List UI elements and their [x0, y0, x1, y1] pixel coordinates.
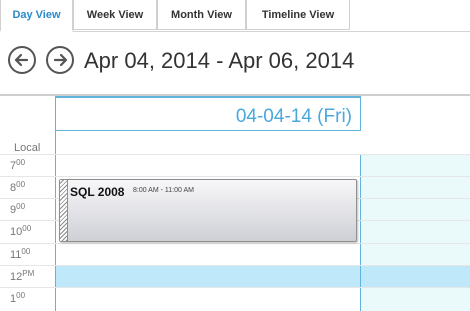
event-title: SQL 2008: [70, 185, 125, 199]
all-day-row[interactable]: [55, 132, 470, 155]
day-column-border: [55, 131, 56, 311]
event-status-stripe: [60, 180, 68, 241]
hour-label: 100: [10, 291, 26, 305]
arrow-right-circle-icon: [53, 53, 68, 67]
hour-label: 800: [10, 180, 26, 194]
day-title: 04-04-14 (Fri): [235, 106, 352, 127]
arrow-left-circle-icon: [14, 53, 29, 67]
timezone-label: Local: [14, 142, 41, 154]
tab-day-view[interactable]: Day View: [0, 0, 73, 32]
date-range-title: Apr 04, 2014 - Apr 06, 2014: [84, 48, 355, 73]
hour-line: [0, 287, 470, 288]
previous-button[interactable]: [8, 46, 36, 74]
view-tabs: Day View Week View Month View Timeline V…: [0, 0, 470, 32]
hour-line: [0, 154, 470, 155]
tab-timeline-view[interactable]: Timeline View: [246, 0, 350, 30]
event-time: 8:00 AM - 11:00 AM: [133, 187, 194, 194]
hour-line: [0, 243, 470, 244]
hour-label: 900: [10, 202, 26, 216]
tab-month-view[interactable]: Month View: [157, 0, 246, 30]
hour-line: [0, 265, 470, 266]
day-header[interactable]: 04-04-14 (Fri): [55, 96, 361, 131]
tab-week-view[interactable]: Week View: [73, 0, 157, 30]
hour-label: 700: [10, 158, 26, 172]
hour-label: 1000: [10, 224, 32, 238]
hour-line: [0, 176, 470, 177]
hour-label: 1100: [10, 247, 31, 261]
calendar-day-grid: 04-04-14 (Fri) Local 700 800 900 1000 11…: [0, 94, 470, 311]
next-button[interactable]: [46, 46, 74, 74]
event-sql-2008[interactable]: SQL 2008 8:00 AM - 11:00 AM: [59, 179, 357, 242]
hour-label: 12PM: [10, 269, 35, 283]
noon-row[interactable]: [55, 266, 470, 287]
